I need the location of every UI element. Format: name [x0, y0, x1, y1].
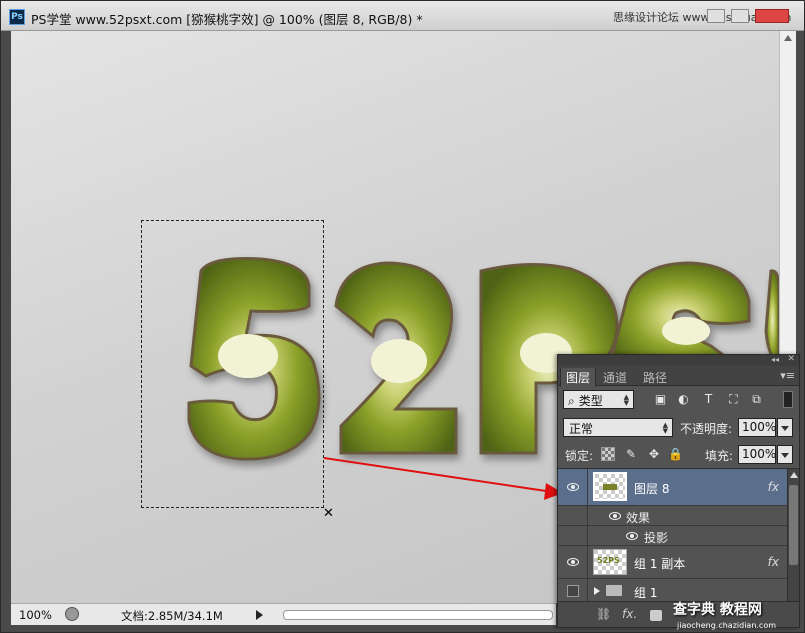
- filter-toggle[interactable]: [783, 391, 793, 408]
- zoom-level[interactable]: 100%: [19, 608, 52, 622]
- layer-effects-row[interactable]: 效果: [558, 506, 787, 526]
- layer-row-layer-8[interactable]: 图层 8 fx: [558, 469, 787, 506]
- status-bar: 100% 文档:2.85M/34.1M: [11, 603, 556, 625]
- eye-icon[interactable]: [567, 558, 579, 566]
- photoshop-window: Ps PS学堂 www.52psxt.com [猕猴桃字效] @ 100% (图…: [0, 0, 805, 633]
- tab-layers[interactable]: 图层: [560, 368, 597, 387]
- photoshop-logo-icon: Ps: [9, 9, 25, 25]
- link-layers-icon[interactable]: ⛓: [596, 607, 611, 621]
- adjustment-filter-icon[interactable]: ◐: [676, 392, 691, 407]
- fill-dropdown-button[interactable]: [777, 445, 793, 464]
- eye-icon[interactable]: [609, 512, 621, 520]
- smart-object-filter-icon[interactable]: ⧉: [749, 392, 764, 407]
- expand-triangle-icon[interactable]: [594, 587, 600, 595]
- document-titlebar: Ps PS学堂 www.52psxt.com [猕猴桃字效] @ 100% (图…: [1, 1, 804, 31]
- lock-row: 锁定: ✎ ✥ 🔒 填充: 100%: [558, 441, 799, 468]
- kiwi-letter-s: [609, 261, 751, 363]
- panel-topbar: ◂◂ ✕: [558, 354, 799, 366]
- blend-mode-value: 正常: [569, 422, 594, 436]
- visibility-cell: [558, 526, 588, 545]
- scroll-up-icon[interactable]: [784, 35, 792, 41]
- thumbnail-content: [603, 484, 617, 490]
- hidden-visibility-box[interactable]: [567, 585, 579, 597]
- shape-filter-icon[interactable]: ⛶: [726, 392, 741, 407]
- fx-icon[interactable]: fx: [768, 555, 779, 569]
- collapse-icon[interactable]: ◂◂: [771, 355, 779, 364]
- horizontal-scrollbar[interactable]: [283, 610, 553, 620]
- eye-icon[interactable]: [567, 483, 579, 491]
- opacity-dropdown-button[interactable]: [777, 418, 793, 437]
- kiwi-letter-2: [334, 261, 458, 455]
- layer-thumbnail: 52PS: [593, 549, 627, 575]
- fill-field[interactable]: 100%: [738, 445, 776, 464]
- tab-paths[interactable]: 路径: [638, 369, 672, 386]
- layer-name: 组 1 副本: [634, 557, 686, 571]
- kiwi-letter-partial: [764, 269, 779, 363]
- thumbnail-text: 52PS: [597, 556, 620, 565]
- lock-all-padlock-icon[interactable]: 🔒: [668, 447, 683, 461]
- folder-icon: [606, 585, 622, 596]
- effects-label: 效果: [626, 511, 651, 525]
- spinner-icon: ▲ ▼: [662, 421, 668, 435]
- minimize-button[interactable]: [707, 9, 725, 23]
- watermark-bottom-url: jiaocheng.chazidian.com: [677, 621, 777, 630]
- panel-menu-icon[interactable]: ▾≡: [780, 369, 795, 382]
- close-button[interactable]: [755, 9, 789, 23]
- document-info: 文档:2.85M/34.1M: [121, 609, 223, 623]
- type-filter-icon[interactable]: T: [701, 392, 716, 407]
- lock-label: 锁定:: [565, 449, 594, 463]
- status-info-icon[interactable]: [65, 607, 79, 621]
- pixel-filter-icon[interactable]: ▣: [653, 392, 668, 407]
- scroll-thumb[interactable]: [789, 485, 798, 565]
- opacity-field[interactable]: 100%: [738, 418, 776, 437]
- status-menu-arrow-icon[interactable]: [256, 610, 263, 620]
- document-title: PS学堂 www.52psxt.com [猕猴桃字效] @ 100% (图层 8…: [31, 12, 423, 27]
- scroll-up-icon[interactable]: [790, 472, 798, 478]
- filter-kind-value: 类型: [578, 394, 603, 408]
- crosshair-cursor-icon: ✕: [323, 506, 334, 521]
- visibility-cell[interactable]: [558, 579, 588, 602]
- filter-kind-select[interactable]: ⌕ 类型 ▲ ▼: [563, 390, 634, 409]
- tab-channels[interactable]: 通道: [598, 369, 632, 386]
- drop-shadow-effect-row[interactable]: 投影: [558, 526, 787, 546]
- watermark-bottom: 查字典 教程网: [673, 602, 762, 618]
- marquee-selection[interactable]: [141, 220, 324, 508]
- visibility-cell[interactable]: [558, 546, 588, 578]
- layer-name: 组 1: [634, 586, 658, 600]
- visibility-cell[interactable]: [558, 469, 588, 505]
- panel-tabs: 图层 通道 路径 ▾≡: [558, 366, 799, 387]
- layers-list: 图层 8 fx 效果 投影 52PS 组 1 副本 fx 组 1: [558, 468, 799, 603]
- layer-row-group-1-copy[interactable]: 52PS 组 1 副本 fx: [558, 546, 787, 579]
- blend-mode-select[interactable]: 正常 ▲ ▼: [563, 418, 673, 437]
- lock-pixels-brush-icon[interactable]: ✎: [624, 447, 638, 461]
- layer-name: 图层 8: [634, 482, 670, 496]
- layer-filter-row: ⌕ 类型 ▲ ▼ ▣ ◐ T ⛶ ⧉: [558, 386, 799, 414]
- add-mask-icon[interactable]: [650, 610, 662, 621]
- opacity-label: 不透明度:: [680, 422, 733, 436]
- lock-position-move-icon[interactable]: ✥: [647, 447, 661, 461]
- fx-icon[interactable]: fx: [768, 480, 779, 494]
- annotation-arrow-line: [323, 457, 547, 492]
- eye-icon[interactable]: [626, 532, 638, 540]
- layers-scrollbar[interactable]: [787, 469, 799, 603]
- visibility-cell: [558, 506, 588, 525]
- lock-transparency-icon[interactable]: [601, 447, 615, 461]
- spinner-icon: ▲ ▼: [623, 393, 629, 407]
- maximize-button[interactable]: [731, 9, 749, 23]
- layers-panel: ◂◂ ✕ 图层 通道 路径 ▾≡ ⌕ 类型 ▲ ▼ ▣ ◐ T ⛶ ⧉ 正常 ▲ ▼: [557, 354, 800, 628]
- fill-label: 填充:: [705, 449, 734, 463]
- layer-thumbnail: [593, 472, 627, 501]
- blend-row: 正常 ▲ ▼ 不透明度: 100%: [558, 414, 799, 441]
- drop-shadow-label: 投影: [644, 531, 669, 545]
- search-icon: ⌕: [568, 394, 575, 408]
- add-layer-style-icon[interactable]: fx.: [622, 607, 637, 621]
- panel-close-icon[interactable]: ✕: [787, 354, 795, 364]
